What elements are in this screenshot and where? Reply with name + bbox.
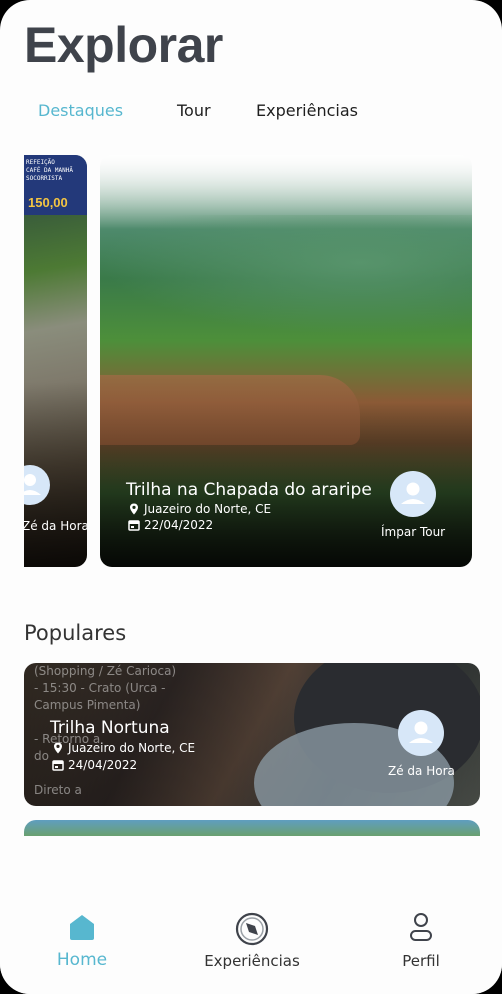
trail-location: Juazeiro do Norte, CE — [128, 502, 271, 516]
bottom-navigation: Home Experiências Perfil — [0, 870, 502, 994]
host-name: Zé da Hora — [388, 764, 455, 778]
location-pin-icon — [54, 742, 62, 754]
highlight-card[interactable]: Trilha na Chapada do araripe Juazeiro do… — [100, 155, 472, 567]
tab-tour[interactable]: Tour — [177, 101, 211, 120]
trail-title: Trilha Nortuna — [50, 718, 170, 738]
nav-profile[interactable]: Perfil — [351, 870, 491, 980]
popular-section-title: Populares — [24, 621, 127, 645]
host-avatar[interactable] — [398, 710, 444, 756]
user-icon — [410, 913, 432, 941]
tab-destaques[interactable]: Destaques — [38, 101, 123, 120]
date-text: 24/04/2022 — [68, 758, 138, 772]
host-avatar[interactable] — [24, 465, 50, 505]
trail-location: Juazeiro do Norte, CE — [52, 741, 195, 755]
compass-icon — [235, 912, 269, 946]
landscape-image — [100, 215, 472, 335]
popular-card[interactable]: (Shopping / Zé Carioca) - 15:30 - Crato … — [24, 663, 480, 806]
location-pin-icon — [130, 503, 138, 515]
host-name: Ímpar Tour — [381, 525, 446, 539]
location-text: Juazeiro do Norte, CE — [144, 502, 272, 516]
nav-home[interactable]: Home — [12, 870, 152, 980]
trail-date: 24/04/2022 — [52, 758, 137, 772]
user-icon — [401, 482, 425, 504]
user-icon — [409, 721, 433, 743]
nav-experiences[interactable]: Experiências — [182, 870, 322, 980]
trail-date: 22/04/2022 — [128, 518, 213, 532]
location-text: Juazeiro do Norte, CE — [68, 741, 196, 755]
home-icon — [70, 915, 94, 940]
landscape-cliff — [100, 375, 360, 445]
calendar-icon — [52, 760, 64, 771]
page-title: Explorar — [24, 17, 223, 73]
popular-card-next[interactable] — [24, 820, 480, 860]
highlight-card-previous[interactable]: REFEIÇÃO CAFÉ DA MANHÃ SOCORRISTA 150,00… — [24, 155, 87, 567]
date-text: 22/04/2022 — [144, 518, 214, 532]
nav-label: Experiências — [204, 952, 300, 970]
nav-label: Home — [56, 950, 108, 970]
user-icon — [24, 474, 41, 495]
banner-text: REFEIÇÃO CAFÉ DA MANHÃ SOCORRISTA — [26, 159, 73, 182]
host-name: Zé da Hora — [24, 519, 87, 533]
tab-experiencias[interactable]: Experiências — [256, 101, 358, 120]
explore-screen: Explorar Destaques Tour Experiências REF… — [0, 0, 502, 994]
nav-label: Perfil — [402, 952, 440, 970]
promo-banner: REFEIÇÃO CAFÉ DA MANHÃ SOCORRISTA 150,00 — [24, 155, 87, 215]
host-avatar[interactable] — [390, 471, 436, 517]
calendar-icon — [128, 520, 140, 531]
trail-title: Trilha na Chapada do araripe — [126, 480, 372, 500]
price-label: 150,00 — [28, 195, 68, 210]
